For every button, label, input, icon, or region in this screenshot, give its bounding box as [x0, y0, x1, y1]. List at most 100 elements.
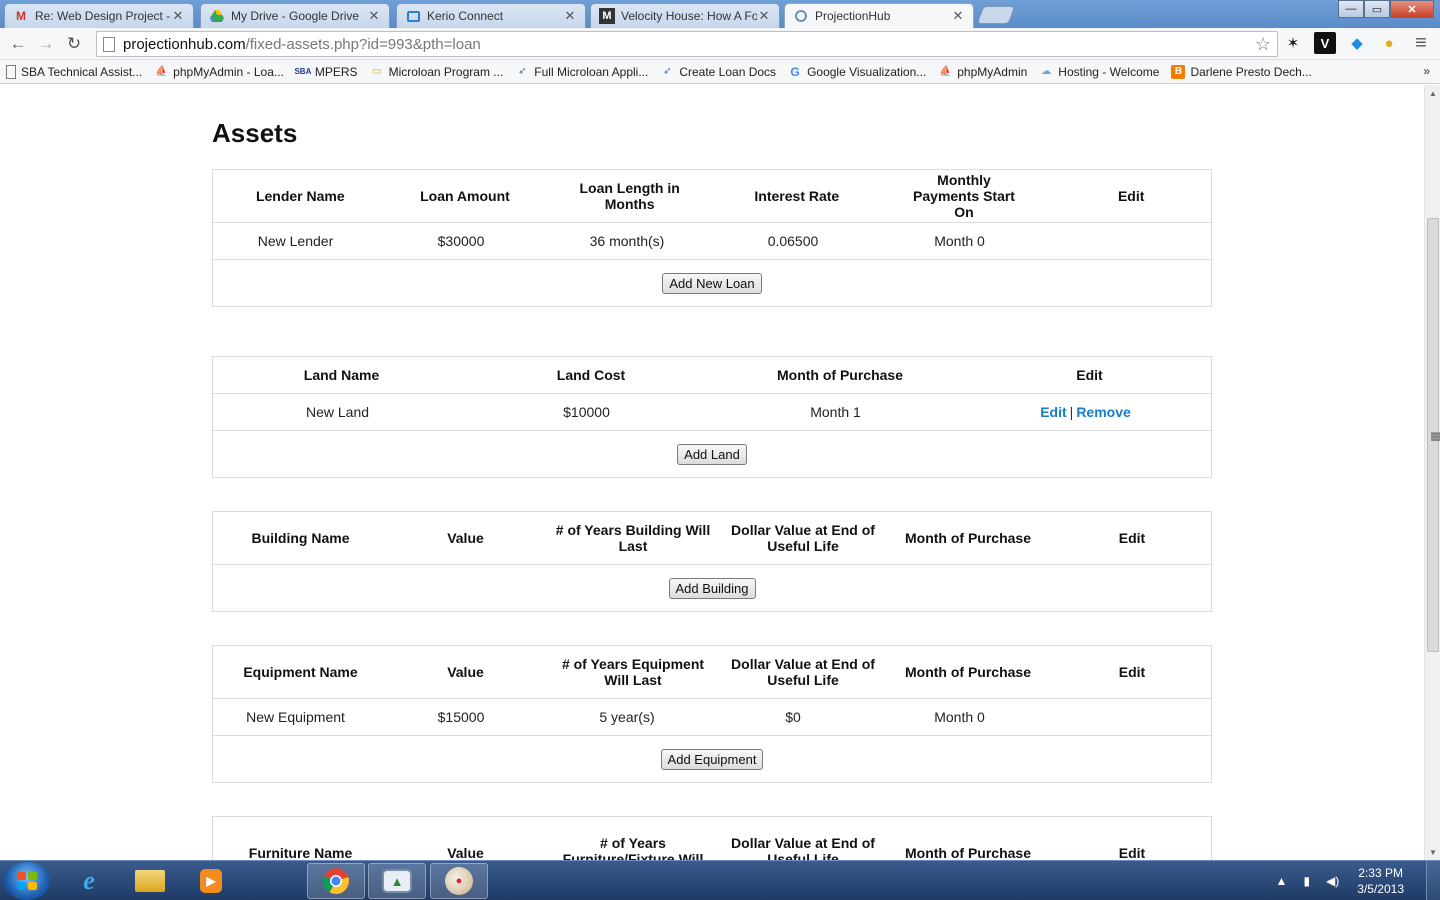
- bookmark-item[interactable]: G Google Visualization...: [788, 65, 926, 79]
- chrome-icon[interactable]: [307, 863, 365, 899]
- internet-explorer-icon[interactable]: e: [60, 863, 118, 899]
- cookie-extension-icon[interactable]: ●: [1378, 32, 1400, 54]
- tab-close-icon[interactable]: ✕: [563, 8, 577, 24]
- url-host: projectionhub.com: [123, 35, 246, 53]
- bookmark-item[interactable]: B Darlene Presto Dech...: [1171, 64, 1312, 79]
- buildings-actions-row: Add Building: [213, 565, 1211, 611]
- scroll-up-arrow-icon[interactable]: ▲: [1425, 85, 1440, 101]
- chrome-menu-icon[interactable]: ≡: [1410, 32, 1432, 54]
- tab-velocity-house[interactable]: M Velocity House: How A Fo ✕: [590, 3, 780, 28]
- column-header: Month of Purchase: [904, 530, 1031, 546]
- bookmark-item[interactable]: ⛵ phpMyAdmin: [938, 65, 1027, 79]
- scrollbar-thumb[interactable]: ▬ ▬ ▬: [1427, 218, 1440, 652]
- table-cell: New Lender: [257, 233, 334, 249]
- column-header: Dollar Value at End of Useful Life: [731, 522, 875, 554]
- address-bar[interactable]: projectionhub.com/fixed-assets.php?id=99…: [96, 31, 1278, 57]
- column-header: Lender Name: [255, 188, 345, 204]
- clock-date: 3/5/2013: [1357, 882, 1404, 896]
- tab-close-icon[interactable]: ✕: [171, 8, 185, 24]
- maximize-button[interactable]: ▭: [1364, 0, 1390, 18]
- column-header: Edit: [1117, 188, 1145, 204]
- show-desktop-button[interactable]: [1426, 861, 1440, 900]
- tab-kerio-connect[interactable]: Kerio Connect ✕: [396, 3, 586, 28]
- v-extension-icon[interactable]: V: [1314, 32, 1336, 54]
- tab-close-icon[interactable]: ✕: [367, 8, 381, 24]
- loans-header-row: Lender Name Loan Amount Loan Length in M…: [213, 170, 1211, 223]
- forward-button[interactable]: →: [32, 30, 60, 58]
- tab-projectionhub[interactable]: ProjectionHub ✕: [784, 3, 974, 28]
- close-window-button[interactable]: ✕: [1390, 0, 1434, 18]
- reload-button[interactable]: ↻: [60, 30, 88, 58]
- clock-time: 2:33 PM: [1358, 866, 1403, 880]
- velocity-icon: M: [599, 8, 615, 24]
- bookmark-item[interactable]: ➶ Full Microloan Appli...: [515, 65, 648, 79]
- bookmark-item[interactable]: ☁ Hosting - Welcome: [1039, 65, 1159, 79]
- scroll-down-arrow-icon[interactable]: ▼: [1425, 844, 1440, 860]
- tab-close-icon[interactable]: ✕: [757, 8, 771, 24]
- tab-close-icon[interactable]: ✕: [951, 8, 965, 24]
- blue-extension-icon[interactable]: ◆: [1346, 32, 1368, 54]
- land-table: Land Name Land Cost Month of Purchase Ed…: [212, 356, 1212, 478]
- new-tab-button[interactable]: [976, 6, 1016, 24]
- kerio-icon: [405, 8, 421, 24]
- column-header: Land Name: [303, 367, 380, 383]
- column-header: Building Name: [251, 530, 350, 546]
- presentation-app-icon[interactable]: ▲: [368, 863, 426, 899]
- table-row: New Lender $30000 36 month(s) 0.06500 Mo…: [213, 223, 1211, 260]
- column-header: Month of Purchase: [776, 367, 903, 383]
- bookmark-item[interactable]: ⛵ phpMyAdmin - Loa...: [154, 65, 284, 79]
- table-cell: New Equipment: [246, 709, 345, 725]
- bookmarks-overflow-button[interactable]: »: [1423, 64, 1430, 78]
- grip-icon: ▬ ▬ ▬: [1431, 427, 1440, 443]
- file-explorer-icon[interactable]: [121, 863, 179, 899]
- bookmark-item[interactable]: SBA Technical Assist...: [6, 64, 142, 79]
- column-header: Edit: [1118, 530, 1146, 546]
- bookmark-item[interactable]: ➶ Create Loan Docs: [660, 65, 776, 79]
- start-button[interactable]: [4, 862, 50, 900]
- table-row: New Equipment $15000 5 year(s) $0 Month …: [213, 699, 1211, 736]
- page-scrollbar[interactable]: ▲ ▬ ▬ ▬ ▼: [1424, 85, 1440, 860]
- column-header: Edit: [1118, 664, 1146, 680]
- column-header: Loan Length in Months: [579, 180, 680, 212]
- column-header: # of Years Equipment Will Last: [561, 656, 705, 688]
- system-clock[interactable]: 2:33 PM 3/5/2013: [1357, 865, 1404, 897]
- column-header: Month of Purchase: [904, 664, 1031, 680]
- tab-gmail[interactable]: M Re: Web Design Project - a ✕: [4, 3, 194, 28]
- arrow-icon: ➶: [663, 66, 672, 77]
- page-viewport: Assets Lender Name Loan Amount Loan Leng…: [0, 85, 1424, 860]
- add-new-loan-button[interactable]: Add New Loan: [662, 272, 762, 294]
- battery-icon[interactable]: ▮: [1303, 874, 1310, 888]
- media-player-icon[interactable]: ▶: [182, 863, 240, 899]
- browser-title-bar: M Re: Web Design Project - a ✕ My Drive …: [0, 0, 1440, 28]
- buildings-header-row: Building Name Value # of Years Building …: [213, 512, 1211, 565]
- windows-logo-icon: [17, 872, 37, 890]
- table-cell: $15000: [437, 709, 485, 725]
- control-panel-icon[interactable]: [245, 863, 303, 899]
- projectionhub-icon: [793, 8, 809, 24]
- bug-extension-icon[interactable]: ✶: [1282, 32, 1304, 54]
- arrow-icon: ➶: [518, 66, 527, 77]
- bookmark-item[interactable]: ▭ Microloan Program ...: [370, 65, 503, 79]
- column-header: Value: [447, 664, 484, 680]
- land-header-row: Land Name Land Cost Month of Purchase Ed…: [213, 357, 1211, 394]
- add-land-button[interactable]: Add Land: [677, 443, 747, 465]
- back-button[interactable]: ←: [4, 30, 32, 58]
- edit-land-link[interactable]: Edit: [1040, 404, 1066, 420]
- bookmark-star-icon[interactable]: ☆: [1255, 34, 1271, 55]
- column-header: Month of Purchase: [904, 845, 1031, 860]
- add-building-button[interactable]: Add Building: [668, 577, 756, 599]
- column-header: Monthly Payments Start On: [913, 172, 1015, 220]
- add-equipment-button[interactable]: Add Equipment: [660, 748, 764, 770]
- table-cell: 0.06500: [767, 233, 819, 249]
- volume-icon[interactable]: ◀): [1326, 874, 1339, 888]
- bookmark-item[interactable]: SBA MPERS: [294, 65, 357, 79]
- remove-land-link[interactable]: Remove: [1076, 404, 1130, 420]
- gmail-icon: M: [16, 9, 26, 23]
- tab-google-drive[interactable]: My Drive - Google Drive ✕: [200, 3, 390, 28]
- show-hidden-icons-icon[interactable]: ▲: [1276, 874, 1288, 888]
- minimize-button[interactable]: —: [1338, 0, 1364, 18]
- page-title: Assets: [212, 118, 298, 148]
- column-header: Furniture Name: [248, 845, 353, 860]
- paint-icon[interactable]: ●: [430, 863, 488, 899]
- column-header: # of Years Building Will Last: [555, 522, 711, 554]
